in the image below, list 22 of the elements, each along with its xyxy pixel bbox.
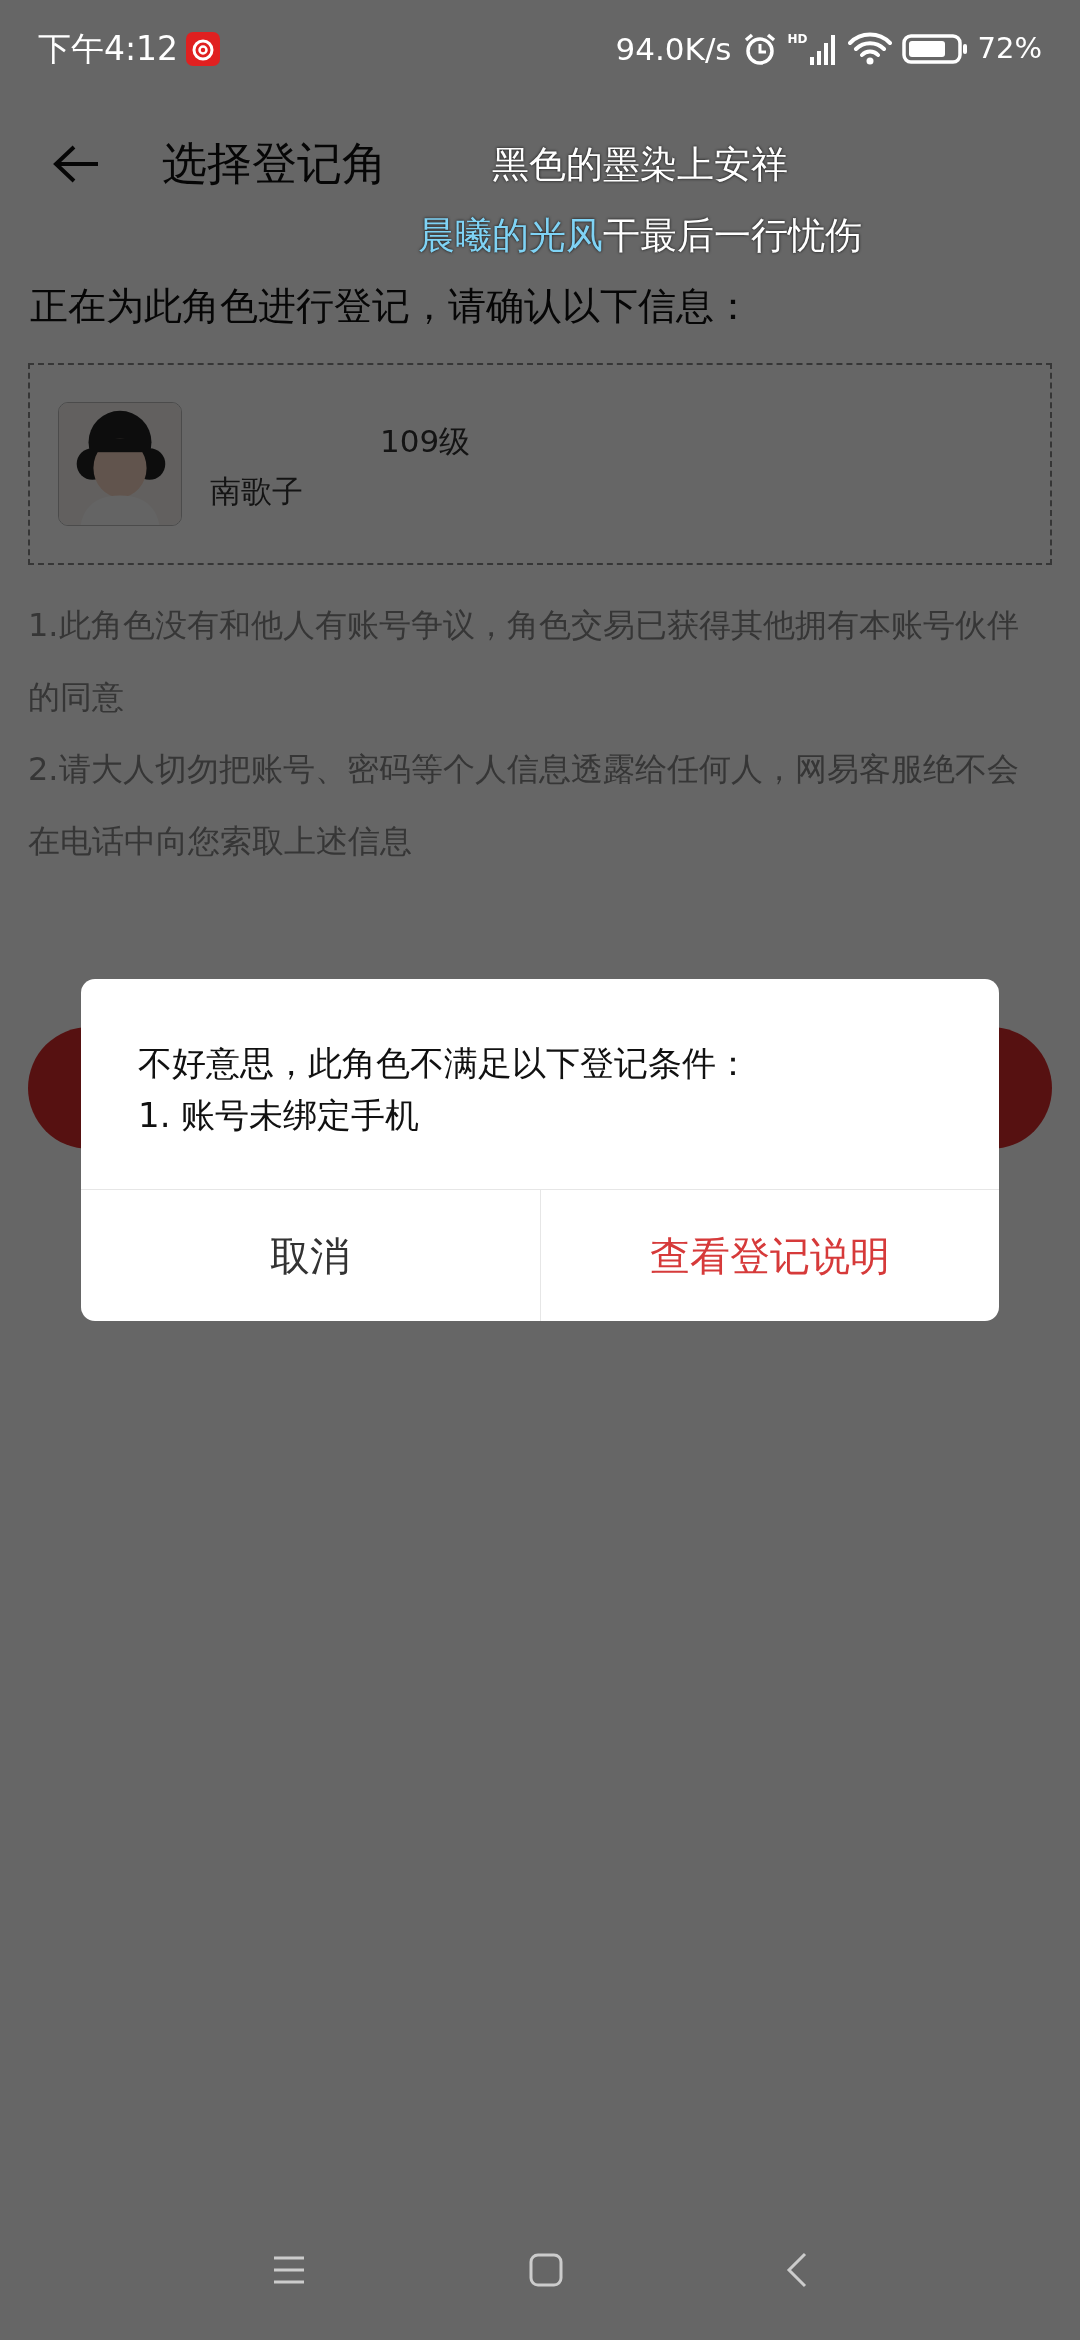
- music-app-icon: [186, 32, 221, 66]
- page-title: 选择登记角: [162, 136, 387, 193]
- character-grade: 109级: [379, 421, 471, 461]
- hd-label: HD: [787, 33, 808, 45]
- back-icon[interactable]: [786, 2252, 809, 2288]
- battery-percent: 72%: [977, 30, 1042, 68]
- clock-time: 下午4:12: [38, 28, 179, 71]
- lyric-line: 晨曦的光风干最后一行忧伤: [418, 217, 862, 254]
- home-square-icon[interactable]: [529, 2253, 563, 2287]
- condition-text: 1. 账号未绑定手机: [138, 1094, 421, 1137]
- lyric-line: 黑色的墨染上安祥: [492, 146, 788, 183]
- dialog-message: 不好意思，此角色不满足以下登记条件：: [138, 1042, 751, 1085]
- menu-icon[interactable]: [271, 2255, 306, 2285]
- back-arrow-icon[interactable]: [52, 144, 100, 184]
- network-speed: 94.0K/s: [615, 29, 732, 69]
- prompt-text: 正在为此角色进行登记，请确认以下信息：: [30, 284, 752, 328]
- character-name: 南歌子: [210, 472, 304, 511]
- cancel-button[interactable]: 取消: [81, 1190, 540, 1321]
- signal-icon: [809, 33, 838, 65]
- wifi-icon: [847, 32, 892, 66]
- battery-icon: [901, 34, 968, 64]
- view-instructions-button[interactable]: 查看登记说明: [539, 1190, 999, 1321]
